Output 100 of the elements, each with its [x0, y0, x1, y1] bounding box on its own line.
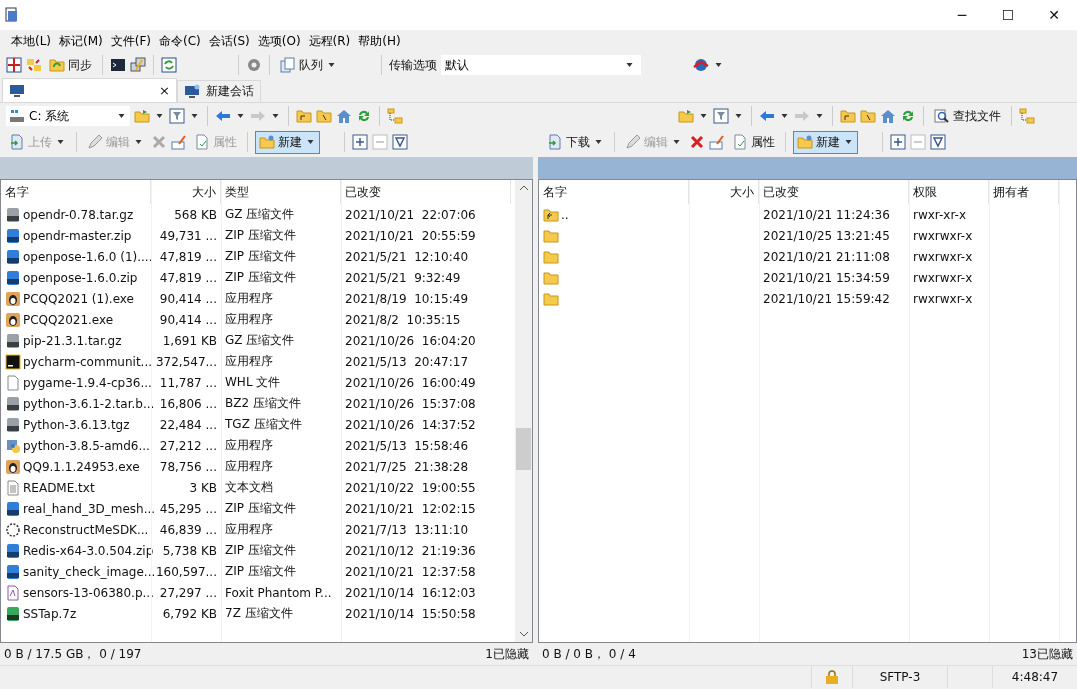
file-name: pip-21.3.1.tar.gz [23, 333, 122, 348]
column-header[interactable]: 拥有者 [989, 180, 1059, 204]
file-size: 47,819 ... [159, 270, 217, 285]
column-header[interactable]: 名字 [1, 180, 151, 204]
file-size: 46,839 ... [159, 522, 217, 537]
modified-date: 2021/10/22 19:00:55 [345, 480, 476, 495]
file-name: pycharm-communit... [23, 354, 153, 369]
file-size: 5,738 KB [162, 543, 217, 558]
file-size: 90,414 ... [159, 291, 217, 306]
file-size: 45,295 ... [159, 501, 217, 516]
column-header[interactable]: 大小 [151, 180, 221, 204]
session-tab[interactable]: × [2, 78, 177, 102]
modified-date: 2021/5/21 9:32:49 [345, 270, 461, 285]
file-name: Redis-x64-3.0.504.zip [23, 543, 154, 558]
file-type: 7Z 压缩文件 [225, 605, 293, 622]
file-type: ZIP 压缩文件 [225, 227, 296, 244]
file-size: 22,484 ... [159, 417, 217, 432]
modified-date: 2021/10/21 15:34:59 [763, 270, 890, 285]
modified-date: 2021/10/26 14:37:52 [345, 417, 476, 432]
modified-date: 2021/10/25 13:21:45 [763, 228, 890, 243]
modified-date: 2021/7/25 21:38:28 [345, 459, 469, 474]
sync-button[interactable]: 同步 [46, 54, 95, 76]
file-type: GZ 压缩文件 [225, 332, 295, 349]
file-size: 27,212 ... [159, 438, 217, 453]
queue-button[interactable]: 队列 [277, 54, 340, 76]
column-header[interactable]: 已改变 [341, 180, 511, 204]
file-name: sanity_check_image... [23, 564, 156, 579]
file-name: openpose-1.6.0.zip [23, 270, 138, 285]
modified-date: 2021/10/21 12:37:58 [345, 564, 476, 579]
file-type: WHL 文件 [225, 374, 281, 391]
file-name: python-3.8.5-amd6... [23, 438, 150, 453]
permissions: rwxrwxr-x [913, 249, 973, 264]
column-header[interactable]: 名字 [539, 180, 689, 204]
toolbar-button[interactable]: 新建 [255, 130, 320, 154]
modified-date: 2021/5/13 20:47:17 [345, 354, 469, 369]
modified-date: 2021/10/12 21:19:36 [345, 543, 476, 558]
file-type: ZIP 压缩文件 [225, 269, 296, 286]
file-type: BZ2 压缩文件 [225, 395, 301, 412]
drive-selector[interactable]: C: 系统 [6, 106, 130, 126]
file-name: pygame-1.9.4-cp36... [23, 375, 152, 390]
file-name: openpose-1.6.0 (1).... [23, 249, 153, 264]
modified-date: 2021/10/21 22:07:06 [345, 207, 476, 222]
permissions: rwxr-xr-x [913, 207, 967, 222]
file-type: 应用程序 [225, 290, 273, 307]
permissions: rwxrwxr-x [913, 291, 973, 306]
file-type: Foxit Phantom P... [225, 585, 332, 600]
column-header[interactable]: 类型 [221, 180, 341, 204]
menu-item[interactable]: 会话(S) [205, 30, 253, 52]
session-tab[interactable]: 新建会话 [177, 80, 261, 102]
file-name: PCQQ2021.exe [23, 312, 114, 327]
file-size: 6,792 KB [162, 606, 217, 621]
file-type: 文本文档 [225, 479, 273, 496]
column-header[interactable]: 权限 [909, 180, 989, 204]
file-name: SSTap.7z [23, 606, 77, 621]
file-size: 372,547... [155, 354, 217, 369]
menu-item[interactable]: 命令(C) [156, 30, 204, 52]
selection-status: 0 B / 17.5 GB， 0 / 197 [4, 645, 142, 663]
menu-item[interactable]: 本地(L) [8, 30, 55, 52]
file-type: ZIP 压缩文件 [225, 248, 296, 265]
toolbar-button[interactable]: 属性 [729, 131, 778, 153]
modified-date: 2021/5/13 15:58:46 [345, 438, 469, 453]
file-name: python-3.6.1-2.tar.b... [23, 396, 155, 411]
permissions: rwxrwxr-x [913, 270, 973, 285]
modified-date: 2021/10/21 12:02:15 [345, 501, 476, 516]
minimize-button[interactable]: ─ [939, 0, 985, 30]
menu-item[interactable]: 标记(M) [56, 30, 106, 52]
menu-item[interactable]: 选项(O) [254, 30, 304, 52]
selection-status: 0 B / 0 B， 0 / 4 [542, 645, 636, 663]
modified-date: 2021/8/19 10:15:49 [345, 291, 469, 306]
file-name: QQ9.1.1.24953.exe [23, 459, 140, 474]
file-name: opendr-master.zip [23, 228, 132, 243]
modified-date: 2021/10/26 16:00:49 [345, 375, 476, 390]
menu-item[interactable]: 帮助(H) [355, 30, 404, 52]
menu-item[interactable]: 远程(R) [305, 30, 354, 52]
transfer-options-dropdown[interactable]: 默认 [441, 55, 641, 75]
file-type: ZIP 压缩文件 [225, 563, 296, 580]
column-header[interactable]: 大小 [689, 180, 759, 204]
find-files-button[interactable]: 查找文件 [931, 105, 1004, 127]
modified-date: 2021/10/14 15:50:58 [345, 606, 476, 621]
file-name: sensors-13-06380.p... [23, 585, 154, 600]
close-button[interactable]: ✕ [1031, 0, 1077, 30]
file-size: 16,806 ... [159, 396, 217, 411]
column-header[interactable]: 已改变 [759, 180, 909, 204]
file-size: 568 KB [174, 207, 217, 222]
session-time: 4:48:47 [1011, 670, 1059, 684]
file-type: ZIP 压缩文件 [225, 542, 296, 559]
toolbar-button[interactable]: 下载 [544, 131, 607, 153]
file-size: 78,756 ... [159, 459, 217, 474]
menu-item[interactable]: 文件(F) [107, 30, 155, 52]
file-size: 11,787 ... [159, 375, 217, 390]
modified-date: 2021/10/26 16:04:20 [345, 333, 476, 348]
file-type: ZIP 压缩文件 [225, 500, 296, 517]
file-type: 应用程序 [225, 458, 273, 475]
toolbar-button[interactable]: 新建 [793, 130, 858, 154]
maximize-button[interactable]: ☐ [985, 0, 1031, 30]
modified-date: 2021/5/21 12:10:40 [345, 249, 469, 264]
protocol-label: SFTP-3 [879, 670, 921, 684]
file-size: 47,819 ... [159, 249, 217, 264]
modified-date: 2021/10/21 20:55:59 [345, 228, 476, 243]
hidden-count: 1已隐藏 [485, 645, 529, 663]
